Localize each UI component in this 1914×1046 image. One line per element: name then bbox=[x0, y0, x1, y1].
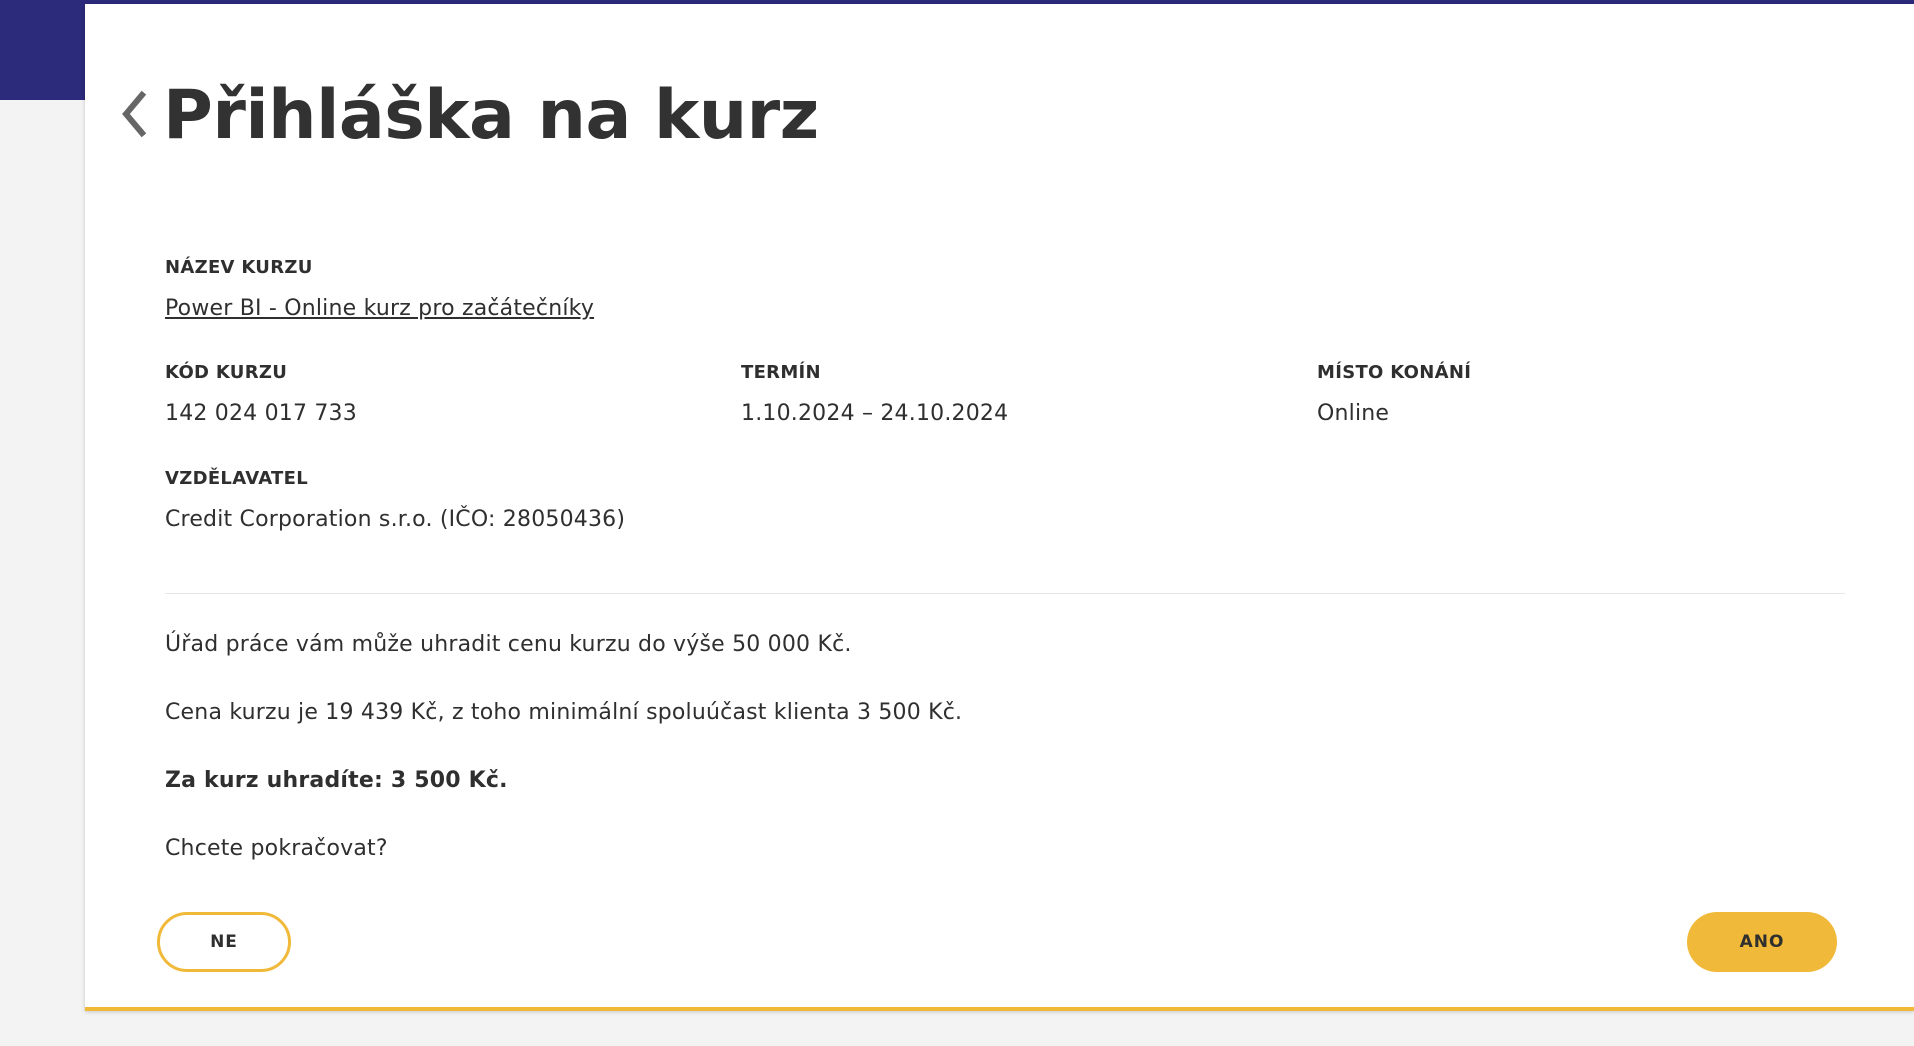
course-provider-value: Credit Corporation s.r.o. (IČO: 28050436… bbox=[165, 507, 626, 532]
course-name-value: Power BI - Online kurz pro začátečníky bbox=[165, 296, 594, 321]
page-title: Přihláška na kurz bbox=[163, 76, 819, 155]
course-term-label: TERMÍN bbox=[741, 362, 821, 383]
course-term-value: 1.10.2024 – 24.10.2024 bbox=[741, 401, 1009, 426]
course-place-label: MÍSTO KONÁNÍ bbox=[1317, 362, 1472, 383]
course-name-label: NÁZEV KURZU bbox=[165, 257, 313, 278]
no-button[interactable]: NE bbox=[157, 912, 291, 972]
course-provider-label: VZDĚLAVATEL bbox=[165, 468, 308, 489]
course-name-link[interactable]: Power BI - Online kurz pro začátečníky bbox=[165, 296, 594, 321]
page-header: Přihláška na kurz bbox=[113, 82, 819, 150]
chevron-left-icon bbox=[118, 89, 148, 143]
course-code-label: KÓD KURZU bbox=[165, 362, 288, 383]
course-code-value: 142 024 017 733 bbox=[165, 401, 357, 426]
section-divider bbox=[165, 593, 1845, 594]
yes-button[interactable]: ANO bbox=[1687, 912, 1837, 972]
course-place-value: Online bbox=[1317, 401, 1390, 426]
amount-to-pay: Za kurz uhradíte: 3 500 Kč. bbox=[165, 768, 508, 793]
reimbursement-info: Úřad práce vám může uhradit cenu kurzu d… bbox=[165, 632, 852, 657]
side-brand-block bbox=[0, 0, 86, 100]
application-dialog: Přihláška na kurz NÁZEV KURZU Power BI -… bbox=[85, 4, 1914, 1011]
continue-question: Chcete pokračovat? bbox=[165, 836, 388, 861]
price-info: Cena kurzu je 19 439 Kč, z toho minimáln… bbox=[165, 700, 963, 725]
back-button[interactable] bbox=[113, 86, 153, 146]
